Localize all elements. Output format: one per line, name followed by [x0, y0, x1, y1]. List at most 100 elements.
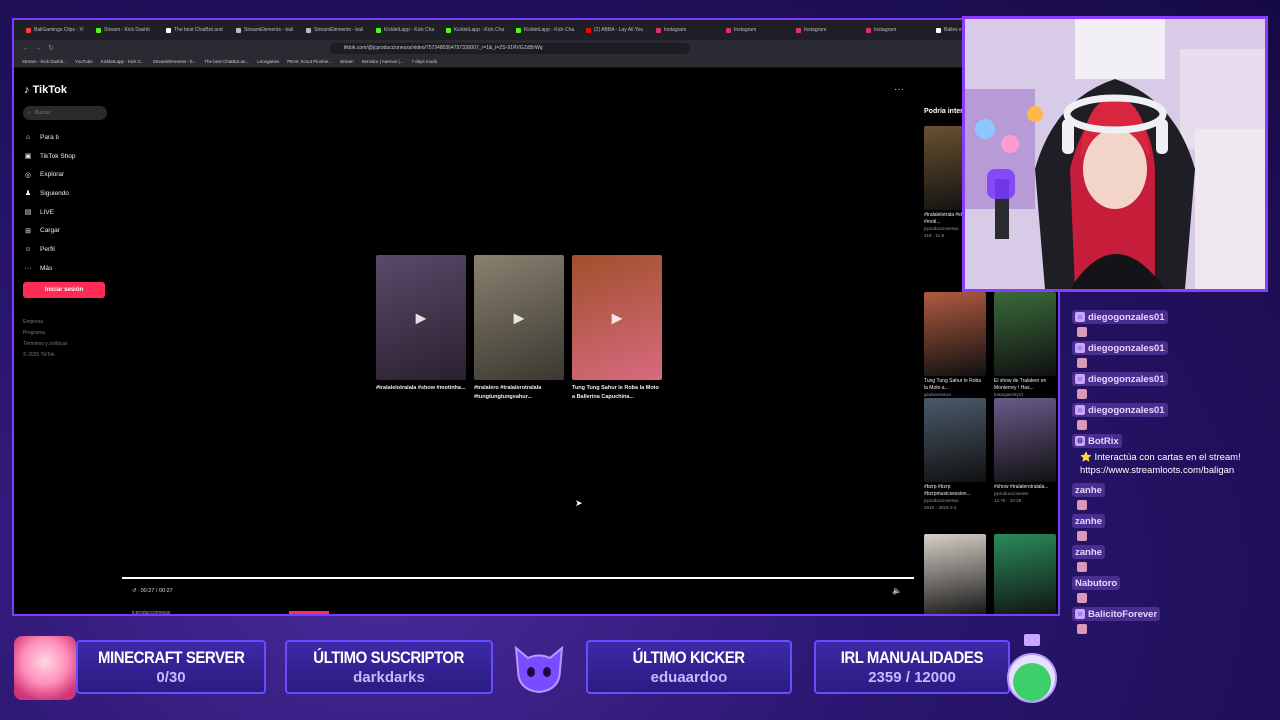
- chat-user-label: diegogonzales01: [1088, 311, 1165, 323]
- chat-user-label: zanhe: [1075, 484, 1102, 496]
- recommended-thumbnail[interactable]: [924, 292, 986, 376]
- chat-username[interactable]: ☺ diegogonzales01: [1072, 403, 1168, 417]
- volume-icon[interactable]: 🔈: [892, 586, 902, 595]
- nav-item-live[interactable]: ▤ LIVE: [24, 203, 76, 222]
- recommended-thumbnail[interactable]: [994, 534, 1056, 614]
- browser-tab[interactable]: KickletLapp - Kick Cha: [370, 22, 438, 38]
- browser-tab[interactable]: The best ChatBot and: [160, 22, 228, 38]
- browser-tab[interactable]: StreamElements - bali: [230, 22, 298, 38]
- bookmark-item[interactable]: YouTube: [75, 59, 93, 64]
- browser-tab[interactable]: KickletLapp - Kick Cha: [510, 22, 578, 38]
- chat-username[interactable]: zanhe: [1072, 514, 1105, 528]
- chat-user-label: diegogonzales01: [1088, 373, 1165, 385]
- chat-user-label: zanhe: [1075, 546, 1102, 558]
- chat-username[interactable]: ☺ BalicitoForever: [1072, 607, 1161, 621]
- follow-button[interactable]: [289, 611, 329, 614]
- video-caption[interactable]: #tralalero #tralalerotralala #tungtungtu…: [474, 384, 564, 402]
- tab-label: KickletLapp - Kick Cha: [454, 27, 505, 33]
- bookmark-item[interactable]: The best ChatBot an...: [204, 59, 249, 64]
- minecraft-title: MINECRAFT SERVER: [97, 648, 245, 667]
- last-kicker-panel: ÚLTIMO KICKER eduaardoo: [586, 640, 792, 694]
- browser-tab[interactable]: StreamElements - bali: [300, 22, 368, 38]
- chat-username[interactable]: zanhe: [1072, 483, 1105, 497]
- video-progress-bar[interactable]: [122, 577, 914, 579]
- chat-username[interactable]: ☺ diegogonzales01: [1072, 341, 1168, 355]
- more-icon: ···: [24, 264, 32, 272]
- bookmark-item[interactable]: KickletLapp - Kick C...: [101, 59, 145, 64]
- chat-user-label: BalicitoForever: [1088, 608, 1158, 620]
- tiktok-logo[interactable]: ♪ TikTok: [24, 84, 67, 96]
- nav-item-más[interactable]: ··· Más: [24, 259, 76, 278]
- chat-username[interactable]: zanhe: [1072, 545, 1105, 559]
- play-icon: ▶: [513, 309, 525, 325]
- video-thumbnail[interactable]: ▶: [474, 255, 564, 380]
- chat-username[interactable]: ⚙ BotRix: [1072, 434, 1122, 448]
- video-thumbnail[interactable]: ▶: [376, 255, 466, 380]
- browser-window: BaliGamings Clips - Yi Stream - Kick Dash…: [12, 18, 1060, 616]
- bookmark-item[interactable]: Stream - Kick Dashb...: [22, 59, 67, 64]
- bookmark-item[interactable]: Servidor | Aternos |...: [362, 59, 404, 64]
- footer-link[interactable]: Programa: [23, 328, 67, 339]
- nav-item-para-ti[interactable]: ⌂ Para ti: [24, 128, 76, 147]
- recommended-video[interactable]: El show de Tralalero en Monterrey ! Has.…: [994, 292, 1056, 405]
- browser-tab[interactable]: Instagram: [860, 22, 928, 38]
- bookmark-item[interactable]: StreamElements - b...: [153, 59, 197, 64]
- recommended-video[interactable]: [994, 534, 1056, 614]
- forward-icon[interactable]: →: [35, 45, 42, 52]
- nav-item-explorar[interactable]: ◎ Explorar: [24, 165, 76, 184]
- recommended-video[interactable]: #bzrp #bzrp #bzrpmusicsession... jcproduc…: [924, 398, 986, 511]
- nav-item-tiktok-shop[interactable]: ▣ TikTok Shop: [24, 147, 76, 166]
- video-thumbnail[interactable]: ▶: [572, 255, 662, 380]
- more-options-icon[interactable]: ···: [894, 84, 904, 95]
- recommended-video[interactable]: Tung Tung Sahur le Roba la Moto a... gind…: [924, 292, 986, 405]
- tab-label: BaliGamings Clips - Yi: [34, 27, 84, 33]
- back-icon[interactable]: ←: [22, 45, 29, 52]
- tab-favicon-icon: [586, 27, 591, 33]
- recommended-thumbnail[interactable]: [924, 534, 986, 614]
- tab-label: Instagram: [874, 27, 897, 33]
- footer-link[interactable]: Términos y políticas: [23, 339, 67, 350]
- chat-username[interactable]: Nabutoro: [1072, 576, 1121, 590]
- login-button[interactable]: Iniciar sesión: [23, 282, 105, 298]
- irl-value: 2359 / 12000: [868, 669, 956, 686]
- browser-tab[interactable]: Instagram: [650, 22, 718, 38]
- chat-username[interactable]: ☺ diegogonzales01: [1072, 310, 1168, 324]
- recommended-thumbnail[interactable]: [924, 398, 986, 482]
- reload-icon[interactable]: ↻: [48, 44, 54, 52]
- footer-link[interactable]: Empresa: [23, 317, 67, 328]
- bookmark-item[interactable]: stream: [340, 59, 354, 64]
- recommended-thumbnail[interactable]: [994, 398, 1056, 482]
- video-caption[interactable]: #tralalelotralala #show #motinha...: [376, 384, 466, 393]
- browser-tab[interactable]: BaliGamings Clips - Yi: [20, 22, 88, 38]
- recommended-video[interactable]: #show #tralalerotralala... jcproducciones…: [994, 398, 1056, 504]
- video-card[interactable]: ▶ #tralalelotralala #show #motinha...: [376, 255, 466, 402]
- nav-label: TikTok Shop: [40, 152, 76, 160]
- recommended-meta2: 291K · 2024-2-4: [924, 504, 957, 510]
- bookmark-item[interactable]: PEAK Scout Plushie...: [287, 59, 332, 64]
- tab-label: KickletLapp - Kick Cha: [384, 27, 435, 33]
- search-input[interactable]: ⌕ Buscar: [23, 106, 107, 120]
- video-caption[interactable]: Tung Tung Sahur le Roba la Moto a Baller…: [572, 384, 662, 402]
- browser-tab[interactable]: Instagram: [790, 22, 858, 38]
- bookmark-item[interactable]: 7 days mods: [411, 59, 437, 64]
- browser-tab[interactable]: Stream - Kick Dashb: [90, 22, 158, 38]
- nav-item-perfil[interactable]: ☺ Perfil: [24, 240, 76, 259]
- nav-label: Para ti: [40, 133, 59, 141]
- bookmark-item[interactable]: Leosganes: [257, 59, 279, 64]
- chat-username[interactable]: ☺ diegogonzales01: [1072, 372, 1168, 386]
- browser-tab[interactable]: KickletLapp - Kick Cha: [440, 22, 508, 38]
- browser-tab[interactable]: Instagram: [720, 22, 788, 38]
- nav-item-cargar[interactable]: ⊞ Cargar: [24, 221, 76, 240]
- recommended-thumbnail[interactable]: [994, 292, 1056, 376]
- nav-item-siguiendo[interactable]: ♟ Siguiendo: [24, 184, 76, 203]
- tiktok-note-icon: ♪: [24, 84, 30, 96]
- recommended-video[interactable]: [924, 534, 986, 614]
- video-card[interactable]: ▶ #tralalero #tralalerotralala #tungtungt…: [474, 255, 564, 402]
- url-input[interactable]: tiktok.com/@jcproduccionesss/video/75724…: [329, 42, 690, 54]
- author-name[interactable]: jcproduccionesss: [132, 610, 170, 614]
- replay-icon[interactable]: ↺: [132, 588, 137, 594]
- browser-tab[interactable]: (2) ABBA - Lay All You: [580, 22, 648, 38]
- tab-favicon-icon: [936, 27, 941, 33]
- tab-label: Stream - Kick Dashb: [104, 27, 150, 33]
- video-card[interactable]: ▶ Tung Tung Sahur le Roba la Moto a Balle…: [572, 255, 662, 402]
